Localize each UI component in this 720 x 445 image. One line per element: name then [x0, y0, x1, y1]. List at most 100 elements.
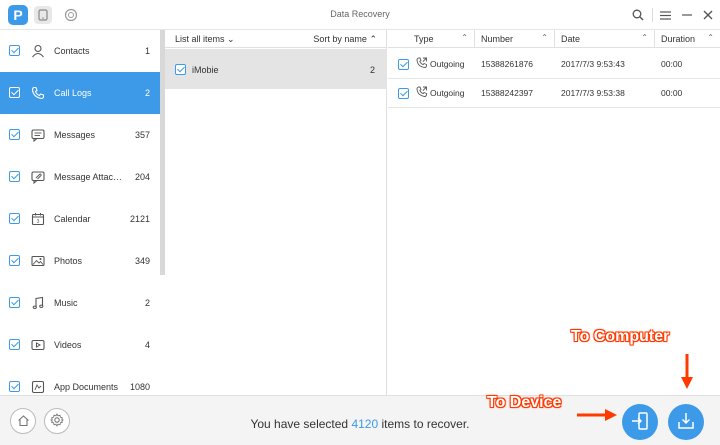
call-duration: 00:00 — [661, 88, 683, 98]
sidebar-item-count: 1080 — [129, 382, 150, 392]
window-title: Data Recovery — [330, 9, 390, 19]
title-divider — [652, 8, 653, 22]
status-suffix: items to recover. — [378, 417, 470, 431]
checkbox[interactable] — [9, 381, 20, 392]
video-icon — [30, 337, 46, 353]
close-icon[interactable] — [698, 5, 718, 25]
sidebar-item-label: Call Logs — [54, 88, 92, 98]
checkbox[interactable] — [9, 255, 20, 266]
call-number: 15388242397 — [481, 88, 534, 98]
sort-caret-icon: ⌃ — [707, 33, 714, 42]
call-duration: 00:00 — [661, 59, 683, 69]
photo-icon — [30, 253, 46, 269]
checkbox[interactable] — [9, 87, 20, 98]
sort-caret-icon: ⌃ — [541, 33, 548, 42]
sidebar-item-calendar[interactable]: 3 Calendar 2121 — [0, 198, 160, 240]
sidebar-item-app-documents[interactable]: App Documents 1080 — [0, 366, 160, 395]
to-device-arrow-icon — [577, 409, 617, 421]
sidebar-item-label: Music — [54, 298, 78, 308]
list-item-name: iMobie — [192, 65, 219, 75]
category-sidebar: Contacts 1 Call Logs 2 Messages 357 Mess… — [0, 30, 160, 395]
column-header-duration[interactable]: Duration ⌃ — [655, 30, 720, 48]
outgoing-call-icon — [416, 86, 428, 98]
music-icon — [30, 295, 46, 311]
to-computer-icon — [676, 411, 696, 433]
checkbox[interactable] — [9, 297, 20, 308]
column-header-number[interactable]: Number ⌃ — [475, 30, 555, 48]
call-log-table: Type ⌃ Number ⌃ Date ⌃ Duration ⌃ Outgoi… — [388, 30, 720, 395]
sidebar-item-call-logs[interactable]: Call Logs 2 — [0, 72, 160, 114]
sort-caret-icon: ⌃ — [641, 33, 648, 42]
call-number: 15388261876 — [481, 59, 534, 69]
column-header-date[interactable]: Date ⌃ — [555, 30, 655, 48]
sidebar-item-label: Calendar — [54, 214, 91, 224]
sidebar-item-message-attachments[interactable]: Message Attachments 204 — [0, 156, 160, 198]
sort-caret-icon: ⌃ — [461, 33, 468, 42]
call-type: Outgoing — [430, 88, 465, 98]
calendar-icon: 3 — [30, 211, 46, 227]
minimize-icon[interactable] — [677, 5, 697, 25]
checkbox[interactable] — [175, 64, 186, 75]
app-documents-icon — [30, 379, 46, 395]
table-row[interactable]: Outgoing 15388242397 2017/7/3 9:53:38 00… — [388, 78, 720, 108]
sidebar-item-label: Photos — [54, 256, 83, 266]
to-computer-annotation: To Computer — [571, 328, 670, 345]
list-all-label: List all items — [175, 34, 225, 44]
phone-icon — [30, 85, 46, 101]
table-header: Type ⌃ Number ⌃ Date ⌃ Duration ⌃ — [388, 30, 720, 48]
sidebar-item-label: Contacts — [54, 46, 90, 56]
attachment-icon — [30, 169, 46, 185]
search-icon[interactable] — [628, 5, 648, 25]
column-header-type[interactable]: Type ⌃ — [388, 30, 475, 48]
checkbox[interactable] — [9, 213, 20, 224]
checkbox[interactable] — [9, 339, 20, 350]
to-computer-arrow-icon — [681, 354, 693, 389]
sidebar-item-photos[interactable]: Photos 349 — [0, 240, 160, 282]
list-item-count: 2 — [369, 65, 375, 75]
call-type: Outgoing — [430, 59, 465, 69]
selected-count: 4120 — [351, 417, 379, 431]
sidebar-item-count: 204 — [134, 172, 150, 182]
sidebar-item-label: App Documents — [54, 382, 119, 392]
person-icon — [30, 43, 46, 59]
sidebar-item-music[interactable]: Music 2 — [0, 282, 160, 324]
sidebar-item-label: Videos — [54, 340, 82, 350]
list-header: List all items ⌄ Sort by name ⌃ — [165, 30, 387, 48]
checkbox[interactable] — [398, 59, 409, 70]
to-device-button[interactable] — [622, 404, 658, 440]
checkbox[interactable] — [9, 45, 20, 56]
sidebar-item-messages[interactable]: Messages 357 — [0, 114, 160, 156]
chevron-down-icon: ⌄ — [227, 34, 235, 44]
to-device-icon — [630, 411, 650, 433]
checkbox[interactable] — [398, 88, 409, 99]
sort-label: Sort by name — [313, 34, 367, 44]
outgoing-call-icon — [416, 57, 428, 69]
sidebar-item-label: Messages — [54, 130, 96, 140]
title-bar: P Data Recovery — [0, 0, 720, 30]
call-date: 2017/7/3 9:53:43 — [561, 59, 625, 69]
sidebar-item-count: 2121 — [129, 214, 150, 224]
table-row[interactable]: Outgoing 15388261876 2017/7/3 9:53:43 00… — [388, 49, 720, 79]
contact-list-panel: List all items ⌄ Sort by name ⌃ iMobie 2 — [165, 30, 387, 395]
sidebar-item-label: Message Attachments — [54, 172, 126, 182]
checkbox[interactable] — [9, 171, 20, 182]
to-device-annotation: To Device — [487, 394, 562, 411]
sidebar-item-count: 1 — [144, 46, 150, 56]
sort-by-name-button[interactable]: Sort by name ⌃ — [313, 34, 377, 45]
svg-text:3: 3 — [37, 219, 40, 225]
column-label: Date — [561, 34, 581, 44]
list-all-dropdown[interactable]: List all items ⌄ — [175, 34, 235, 45]
sidebar-item-count: 2 — [144, 298, 150, 308]
column-label: Number — [481, 34, 514, 44]
status-prefix: You have selected — [250, 417, 352, 431]
column-label: Type — [414, 34, 434, 44]
chevron-up-icon: ⌃ — [369, 34, 377, 44]
checkbox[interactable] — [9, 129, 20, 140]
message-icon — [30, 127, 46, 143]
sidebar-item-videos[interactable]: Videos 4 — [0, 324, 160, 366]
to-computer-button[interactable] — [668, 404, 704, 440]
menu-icon[interactable] — [655, 5, 675, 25]
list-item[interactable]: iMobie 2 — [165, 49, 387, 89]
sidebar-item-contacts[interactable]: Contacts 1 — [0, 30, 160, 72]
sidebar-item-count: 349 — [134, 256, 150, 266]
